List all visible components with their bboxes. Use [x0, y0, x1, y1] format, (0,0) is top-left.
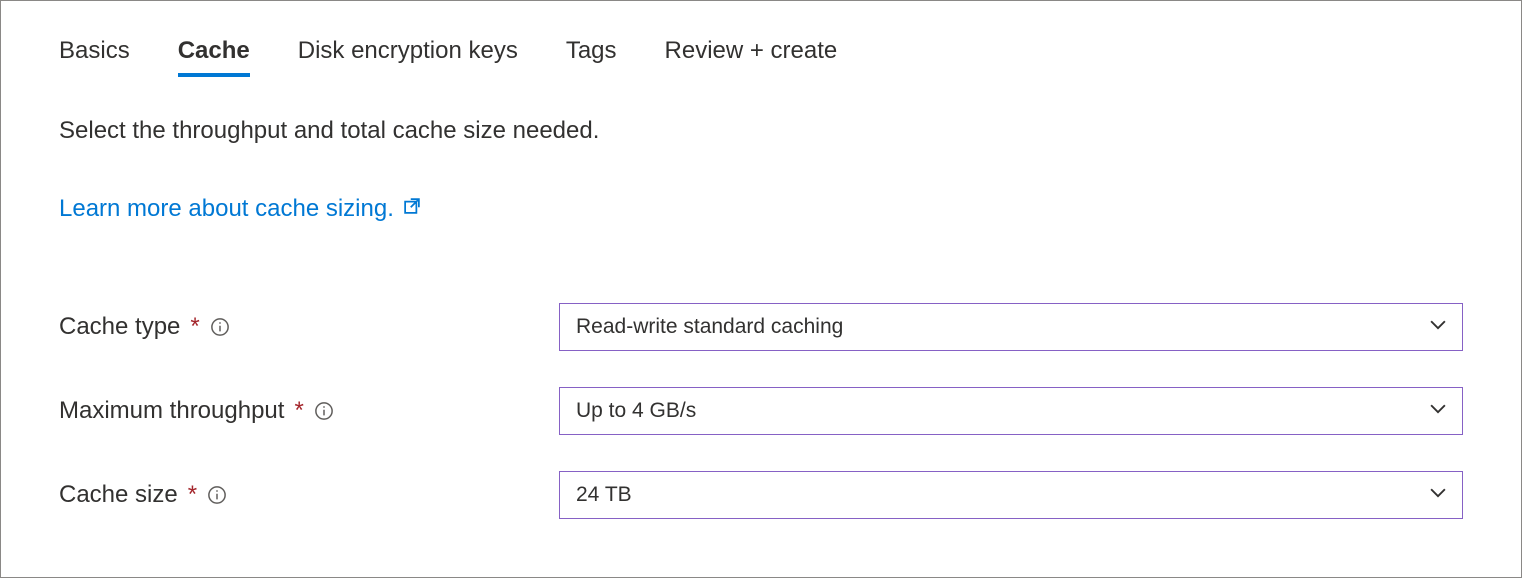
select-cache-size-value: 24 TB [576, 483, 632, 507]
label-cache-size: Cache size [59, 481, 178, 509]
tab-basics[interactable]: Basics [59, 37, 130, 77]
required-marker: * [294, 397, 303, 425]
tab-bar: Basics Cache Disk encryption keys Tags R… [59, 37, 1463, 77]
select-cache-type[interactable]: Read-write standard caching [559, 303, 1463, 351]
tab-cache[interactable]: Cache [178, 37, 250, 77]
select-cache-size[interactable]: 24 TB [559, 471, 1463, 519]
label-max-throughput: Maximum throughput [59, 397, 284, 425]
row-cache-size: Cache size * 24 TB [59, 471, 1463, 519]
tab-disk-encryption-keys[interactable]: Disk encryption keys [298, 37, 518, 77]
select-cache-type-value: Read-write standard caching [576, 315, 843, 339]
info-icon[interactable] [314, 401, 334, 421]
learn-more-link[interactable]: Learn more about cache sizing. [59, 195, 422, 223]
select-max-throughput-value: Up to 4 GB/s [576, 399, 696, 423]
label-cache-type: Cache type [59, 313, 180, 341]
tab-tags[interactable]: Tags [566, 37, 617, 77]
cache-config-panel: Basics Cache Disk encryption keys Tags R… [0, 0, 1522, 578]
info-icon[interactable] [207, 485, 227, 505]
required-marker: * [188, 481, 197, 509]
select-max-throughput[interactable]: Up to 4 GB/s [559, 387, 1463, 435]
info-icon[interactable] [210, 317, 230, 337]
external-link-icon [402, 195, 422, 223]
description-text: Select the throughput and total cache si… [59, 117, 1463, 145]
row-max-throughput: Maximum throughput * Up to 4 GB/s [59, 387, 1463, 435]
row-cache-type: Cache type * Read-write standard caching [59, 303, 1463, 351]
tab-review-create[interactable]: Review + create [665, 37, 838, 77]
learn-more-text: Learn more about cache sizing. [59, 195, 394, 223]
required-marker: * [190, 313, 199, 341]
